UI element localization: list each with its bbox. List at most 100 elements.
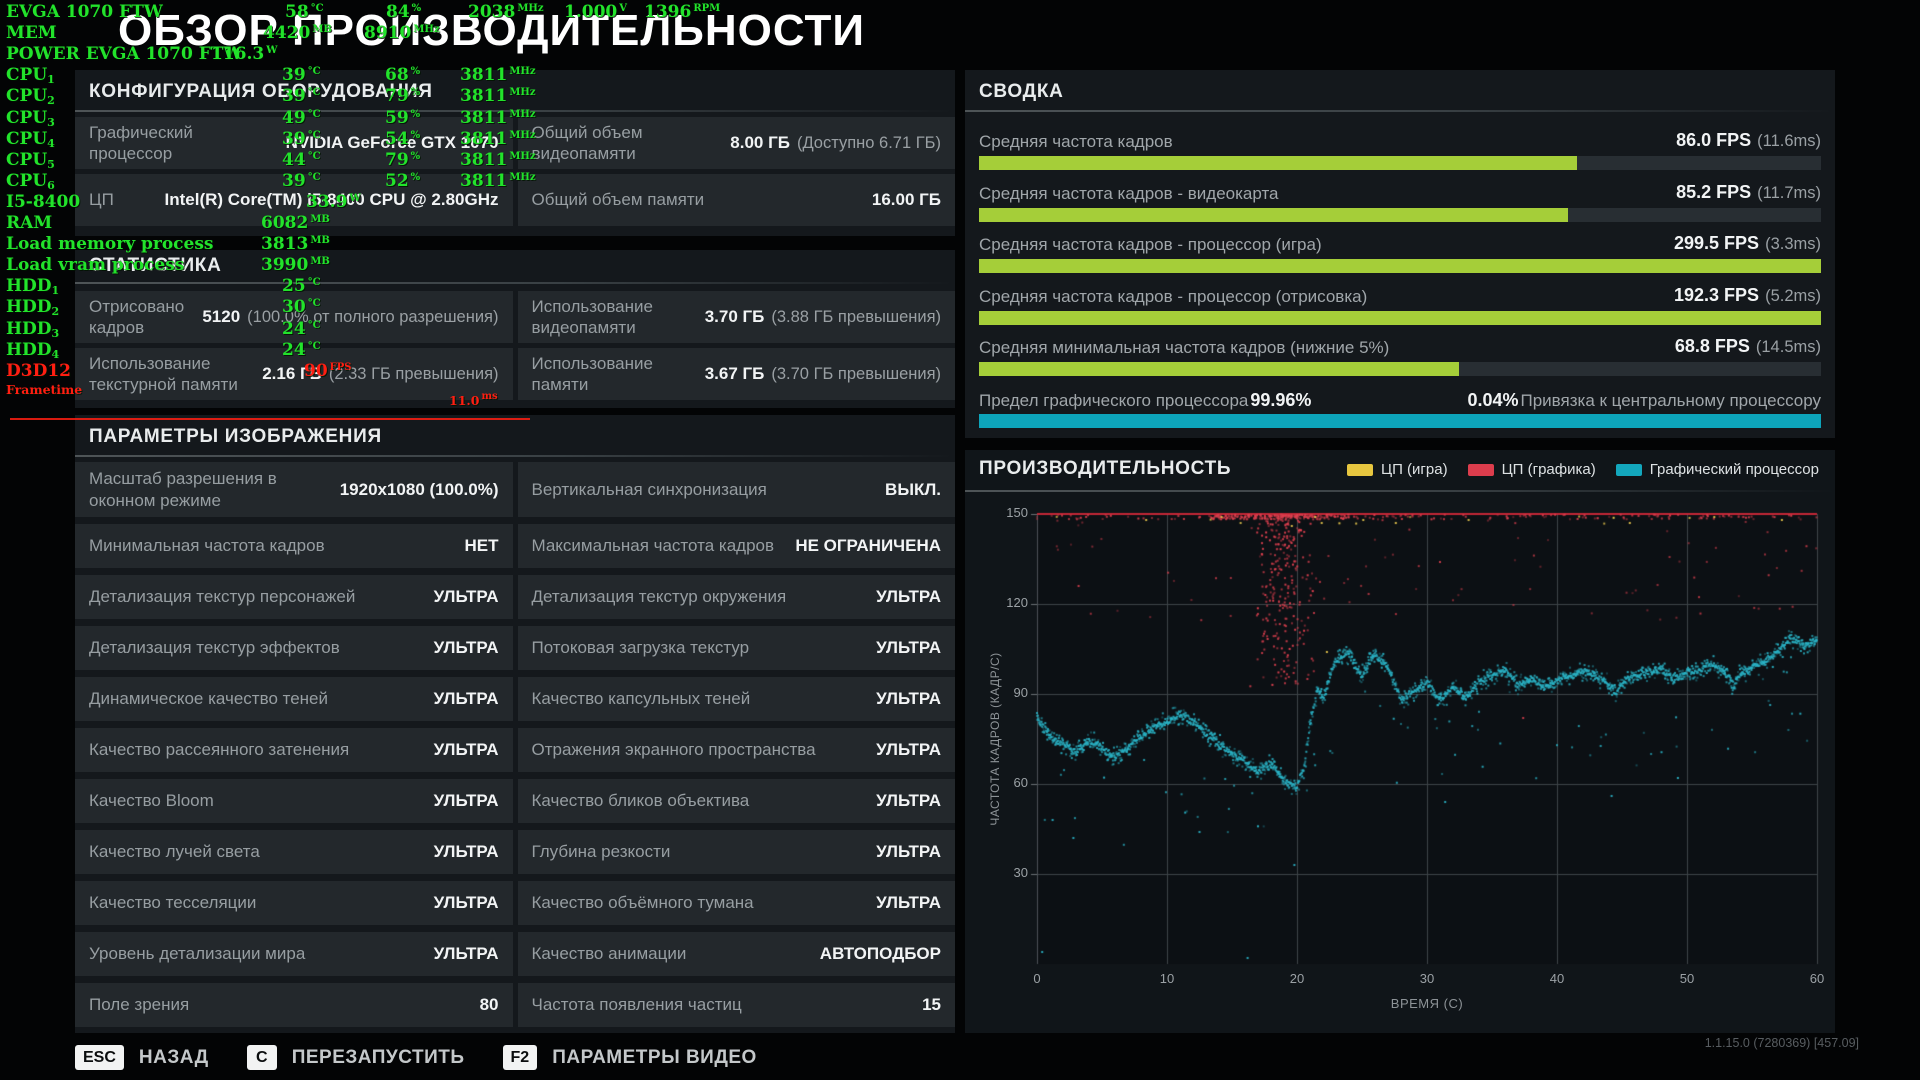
- gpu-bound-right: 0.04%Привязка к центральному процессору: [1465, 390, 1821, 411]
- gpu-bound-left-value: 99.96%: [1250, 390, 1311, 410]
- setting-label: Качество бликов объектива: [532, 790, 750, 811]
- setting-value: УЛЬТРА: [434, 944, 499, 964]
- setting-label: Максимальная частота кадров: [532, 535, 775, 556]
- performance-overview-screen: ОБЗОР ПРОИЗВОДИТЕЛЬНОСТИ КОНФИГУРАЦИЯ ОБ…: [0, 0, 1920, 1080]
- setting-cell: Детализация текстур окруженияУЛЬТРА: [518, 575, 956, 619]
- summary-bar-label: Средняя частота кадров: [979, 132, 1173, 152]
- setting-label: Минимальная частота кадров: [89, 535, 325, 556]
- summary-bar-fill: [979, 156, 1577, 170]
- legend-item: ЦП (графика): [1468, 461, 1596, 478]
- stat-label: Отрисовано кадров: [89, 296, 190, 339]
- osd-label: CPU: [6, 108, 47, 128]
- hardware-value: Intel(R) Core(TM) i5-8400 CPU @ 2.80GHz: [165, 190, 499, 210]
- hardware-note: (Доступно 6.71 ГБ): [797, 134, 941, 152]
- setting-cell: Качество лучей светаУЛЬТРА: [75, 830, 513, 874]
- statistics-panel: СТАТИСТИКА Отрисовано кадров5120(100.0% …: [75, 250, 955, 408]
- osd-label-sub: 3: [47, 116, 55, 129]
- setting-cell: Динамическое качество тенейУЛЬТРА: [75, 677, 513, 721]
- stat-note: (3.88 ГБ превышения): [771, 308, 941, 326]
- osd-label: HDD: [6, 319, 52, 339]
- frametime-graph-line: [10, 418, 530, 420]
- osd-label: Frametime: [6, 382, 82, 397]
- hardware-cell: Общий объем памяти16.00 ГБ: [518, 174, 956, 226]
- setting-cell: Минимальная частота кадровНЕТ: [75, 524, 513, 568]
- image-settings-rows: Масштаб разрешения в оконном режиме1920x…: [75, 462, 955, 1027]
- hardware-value: 8.00 ГБ(Доступно 6.71 ГБ): [730, 133, 941, 153]
- hardware-config-header: КОНФИГУРАЦИЯ ОБОРУДОВАНИЯ: [89, 81, 433, 103]
- cpu-bound-right-label: Привязка к центральному процессору: [1521, 391, 1822, 410]
- setting-cell: Качество BloomУЛЬТРА: [75, 779, 513, 823]
- summary-bar-row: Средняя частота кадров86.0 FPS(11.6ms): [979, 120, 1821, 172]
- osd-label: HDD: [6, 297, 52, 317]
- summary-bar-note: (5.2ms): [1765, 287, 1821, 305]
- setting-cell: Масштаб разрешения в оконном режиме1920x…: [75, 462, 513, 517]
- setting-value: 80: [480, 995, 499, 1015]
- setting-label: Глубина резкости: [532, 841, 671, 862]
- setting-cell: Качество бликов объективаУЛЬТРА: [518, 779, 956, 823]
- summary-bar-fill: [979, 362, 1459, 376]
- statistics-header: СТАТИСТИКА: [89, 255, 222, 277]
- osd-label: CPU: [6, 65, 47, 85]
- setting-cell: Качество тесселяцииУЛЬТРА: [75, 881, 513, 925]
- summary-bar-track: [979, 208, 1821, 222]
- setting-cell: Качество рассеянного затененияУЛЬТРА: [75, 728, 513, 772]
- setting-cell: Глубина резкостиУЛЬТРА: [518, 830, 956, 874]
- setting-row: Детализация текстур эффектовУЛЬТРАПотоко…: [75, 626, 955, 670]
- gpu-bound-row: Предел графического процессора99.96%0.04…: [979, 378, 1821, 430]
- osd-label-sub: 2: [52, 305, 60, 318]
- setting-label: Потоковая загрузка текстур: [532, 637, 750, 658]
- key-badge-f2[interactable]: F2: [503, 1045, 538, 1070]
- gpu-bound-track: [979, 414, 1821, 428]
- summary-bar-track: [979, 156, 1821, 170]
- stat-note: (100.0% от полного разрешения): [247, 308, 498, 326]
- summary-bar-track: [979, 362, 1821, 376]
- osd-label-sub: 4: [52, 348, 60, 361]
- stat-value: 2.16 ГБ(2.33 ГБ превышения): [262, 364, 498, 384]
- footer-key-item[interactable]: CПЕРЕЗАПУСТИТЬ: [247, 1045, 465, 1070]
- osd-label: RAM: [6, 213, 52, 233]
- summary-bar-row: Средняя частота кадров - процессор (игра…: [979, 223, 1821, 275]
- panel-divider: [965, 110, 1835, 112]
- summary-bar-value: 299.5 FPS(3.3ms): [1674, 233, 1821, 254]
- summary-bar-fill: [979, 259, 1821, 273]
- footer-key-label: НАЗАД: [139, 1047, 209, 1069]
- footer-key-item[interactable]: F2ПАРАМЕТРЫ ВИДЕО: [503, 1045, 757, 1070]
- setting-cell: Потоковая загрузка текстурУЛЬТРА: [518, 626, 956, 670]
- summary-bar-label: Средняя частота кадров - процессор (отри…: [979, 287, 1367, 307]
- osd-label: CPU: [6, 86, 47, 106]
- setting-label: Качество Bloom: [89, 790, 214, 811]
- summary-bar-fill: [979, 311, 1821, 325]
- cpu-bound-right-value: 0.04%: [1467, 390, 1518, 410]
- stat-label: Использование текстурной памяти: [89, 353, 250, 396]
- stat-cell: Использование текстурной памяти 2.16 ГБ(2…: [75, 348, 513, 400]
- osd-label: CPU: [6, 150, 47, 170]
- key-badge-c[interactable]: C: [247, 1045, 277, 1070]
- hardware-label: Общий объем видеопамяти: [532, 122, 719, 165]
- key-badge-esc[interactable]: ESC: [75, 1045, 124, 1070]
- osd-label: CPU: [6, 171, 47, 191]
- setting-cell: Качество капсульных тенейУЛЬТРА: [518, 677, 956, 721]
- setting-value: УЛЬТРА: [876, 587, 941, 607]
- setting-row: Масштаб разрешения в оконном режиме1920x…: [75, 462, 955, 517]
- osd-label: HDD: [6, 340, 52, 360]
- summary-bar-note: (11.6ms): [1757, 132, 1821, 150]
- setting-label: Масштаб разрешения в оконном режиме: [89, 468, 328, 511]
- setting-row: Детализация текстур персонажейУЛЬТРАДета…: [75, 575, 955, 619]
- setting-row: Качество BloomУЛЬТРАКачество бликов объе…: [75, 779, 955, 823]
- legend-label: Графический процессор: [1650, 461, 1819, 478]
- stat-note: (3.70 ГБ превышения): [771, 365, 941, 383]
- setting-label: Динамическое качество теней: [89, 688, 328, 709]
- setting-value: УЛЬТРА: [434, 893, 499, 913]
- footer-key-item[interactable]: ESC НАЗАД: [75, 1045, 209, 1070]
- summary-bar-note: (14.5ms): [1756, 338, 1821, 356]
- gpu-bound-fill: [979, 414, 1821, 428]
- summary-bar-value: 68.8 FPS(14.5ms): [1675, 336, 1821, 357]
- setting-label: Поле зрения: [89, 994, 189, 1015]
- setting-value: ВЫКЛ.: [885, 480, 941, 500]
- panel-divider: [75, 282, 955, 284]
- legend-label: ЦП (игра): [1381, 461, 1448, 478]
- stat-cell: Отрисовано кадров5120(100.0% от полного …: [75, 291, 513, 343]
- summary-bar-value: 192.3 FPS(5.2ms): [1674, 285, 1821, 306]
- osd-label: MEM: [6, 23, 57, 43]
- summary-bar-label: Средняя частота кадров - видеокарта: [979, 184, 1279, 204]
